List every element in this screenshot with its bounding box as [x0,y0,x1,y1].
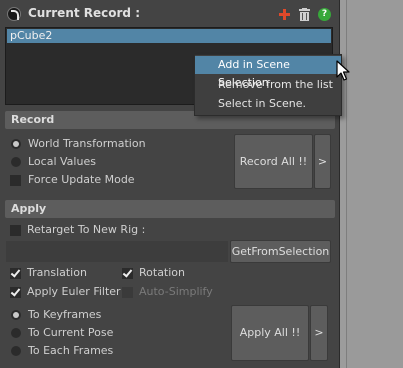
apply-all-button[interactable]: Apply All !! [231,305,309,361]
apply-euler-filter-checkbox[interactable] [10,287,21,298]
record-list-context-menu: Add in Scene Selection Remove from the l… [194,54,342,116]
adjacent-panel-strip [346,0,403,368]
select-in-scene-menu-item[interactable]: Select in Scene. [195,95,341,113]
mouse-cursor-icon [336,60,350,81]
retarget-rig-field[interactable] [6,241,228,262]
apply-euler-filter-label: Apply Euler Filter [27,285,121,298]
world-transformation-label: World Transformation [28,137,146,150]
record-options-button[interactable]: > [314,134,331,189]
force-update-mode-checkbox[interactable] [10,175,21,186]
record-list-item[interactable]: pCube2 [7,29,331,43]
local-values-label: Local Values [28,155,96,168]
local-values-radio[interactable] [11,157,21,167]
retarget-checkbox[interactable] [10,225,21,236]
panel-title: Current Record : [28,6,141,20]
to-current-pose-radio[interactable] [11,328,21,338]
logo-icon [7,7,21,21]
retarget-label: Retarget To New Rig : [27,223,146,236]
remove-from-list-menu-item[interactable]: Remove from the list [195,76,341,94]
help-icon[interactable]: ? [318,8,331,21]
apply-section-header[interactable]: Apply [5,200,335,218]
to-current-pose-label: To Current Pose [28,326,114,339]
world-transformation-radio[interactable] [11,139,21,149]
to-keyframes-label: To Keyframes [28,308,102,321]
to-keyframes-radio[interactable] [11,310,21,320]
rotation-label: Rotation [139,266,186,279]
record-all-button[interactable]: Record All !! [234,134,313,189]
apply-options-button[interactable]: > [310,305,328,361]
translation-label: Translation [27,266,87,279]
force-update-mode-label: Force Update Mode [28,173,135,186]
to-each-frames-radio[interactable] [11,346,21,356]
translation-checkbox[interactable] [10,268,21,279]
auto-simplify-checkbox[interactable] [122,287,133,298]
trash-icon[interactable] [299,8,310,21]
add-in-scene-selection-menu-item[interactable]: Add in Scene Selection [195,56,341,89]
rotation-checkbox[interactable] [122,268,133,279]
get-from-selection-button[interactable]: GetFromSelection [230,240,331,263]
plus-icon[interactable] [279,9,290,20]
auto-simplify-label: Auto-Simplify [139,285,213,298]
to-each-frames-label: To Each Frames [28,344,114,357]
